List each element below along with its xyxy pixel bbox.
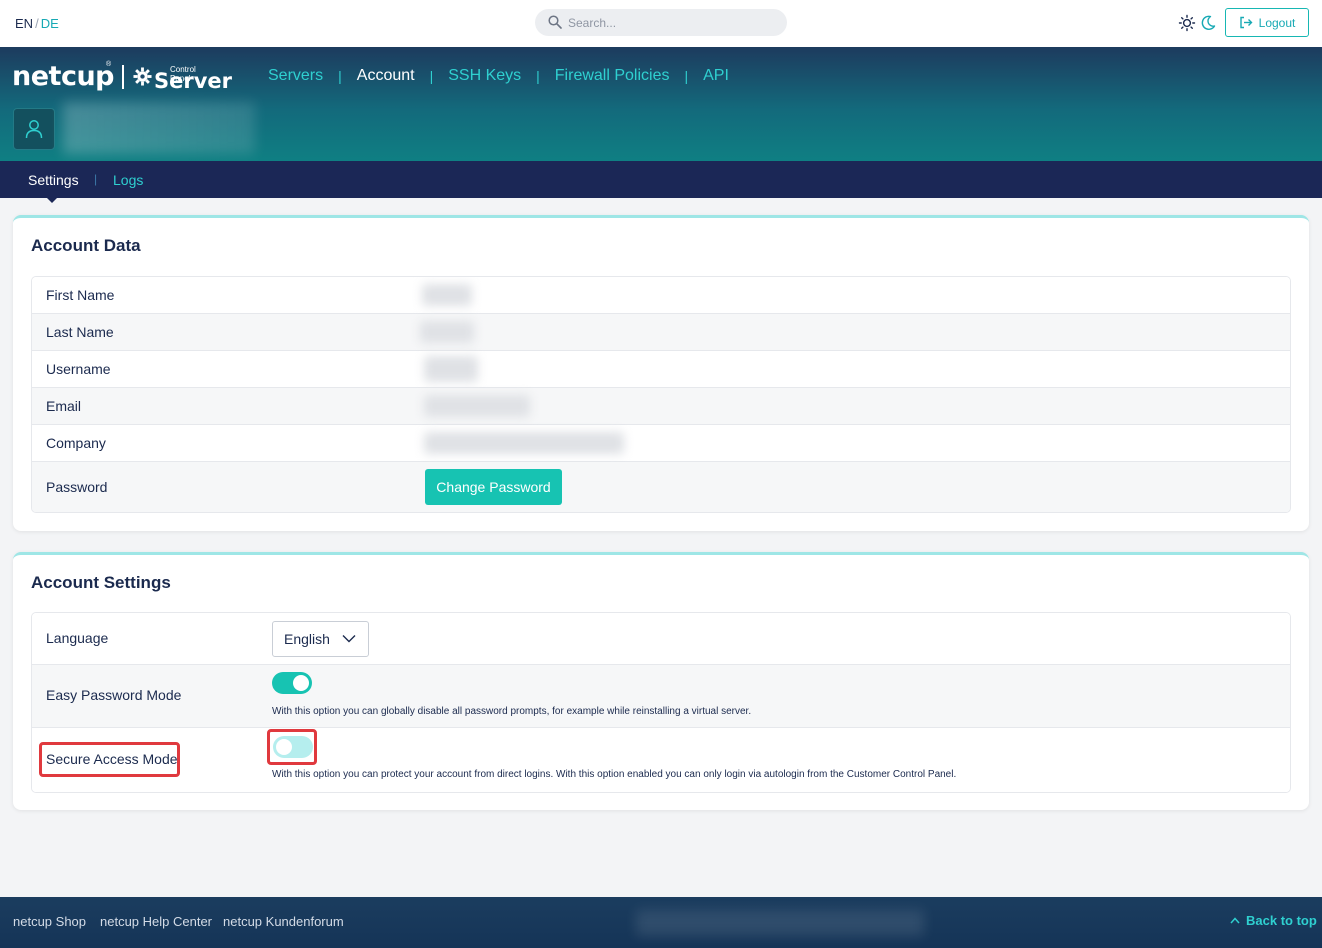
- tab-logs[interactable]: Logs: [113, 172, 143, 188]
- table-row: Easy Password Mode With this option you …: [32, 665, 1290, 728]
- main-nav: Servers | Account | SSH Keys | Firewall …: [268, 67, 729, 85]
- nav-ssh-keys[interactable]: SSH Keys: [448, 67, 521, 85]
- logout-button[interactable]: Logout: [1225, 8, 1309, 37]
- easy-password-label: Easy Password Mode: [46, 687, 182, 703]
- table-row: Password Change Password: [32, 462, 1290, 512]
- nav-divider: |: [536, 68, 540, 84]
- account-settings-table: Language English Easy Password Mode With…: [31, 612, 1291, 793]
- nav-divider: |: [338, 68, 342, 84]
- logout-label: Logout: [1258, 15, 1296, 30]
- search-box[interactable]: [535, 9, 787, 36]
- chevron-up-icon: [1230, 917, 1240, 924]
- language-label: Language: [46, 630, 109, 646]
- account-data-title: Account Data: [31, 236, 141, 255]
- redacted-user-name: [63, 102, 255, 154]
- language-selected-value: English: [284, 631, 330, 647]
- last-name-label: Last Name: [46, 324, 114, 340]
- email-label: Email: [46, 398, 82, 414]
- easy-password-help: With this option you can globally disabl…: [272, 706, 752, 717]
- search-icon: [548, 15, 562, 29]
- last-name-value: [420, 321, 474, 343]
- nav-divider: |: [684, 68, 689, 84]
- secure-access-help: With this option you can protect your ac…: [272, 769, 957, 780]
- account-settings-card: Account Settings Language English Easy P…: [13, 552, 1309, 810]
- sun-icon[interactable]: [1178, 14, 1196, 32]
- secure-access-label-highlight: [39, 742, 180, 777]
- username-value: [424, 356, 478, 382]
- account-data-card: Account Data First Name Last Name Userna…: [13, 215, 1309, 531]
- back-to-top-link[interactable]: Back to top: [1230, 913, 1317, 928]
- footer-link-shop[interactable]: netcup Shop: [13, 914, 86, 929]
- brand-name: netcup: [12, 61, 115, 92]
- nav-firewall-policies[interactable]: Firewall Policies: [555, 67, 670, 85]
- moon-icon[interactable]: [1199, 14, 1217, 32]
- registered-mark: ®: [106, 61, 112, 68]
- back-to-top-label: Back to top: [1246, 913, 1317, 928]
- top-bar: EN/DE Logout: [0, 0, 1322, 47]
- account-data-table: First Name Last Name Username Email Comp…: [31, 276, 1291, 513]
- search-input[interactable]: [568, 13, 778, 32]
- password-label: Password: [46, 479, 108, 495]
- app-header: netcup ® Control Panel Server Servers | …: [0, 47, 1322, 161]
- toggle-knob: [293, 675, 309, 691]
- user-icon: [25, 120, 43, 139]
- secure-access-toggle-highlight: [267, 729, 317, 765]
- table-row: Username: [32, 351, 1290, 388]
- table-row: Secure Access Mode With this option you …: [32, 728, 1290, 792]
- table-row: Email: [32, 388, 1290, 425]
- nav-api[interactable]: API: [703, 67, 729, 85]
- first-name-value: [422, 284, 472, 306]
- active-tab-indicator: [45, 196, 59, 203]
- company-label: Company: [46, 435, 106, 451]
- chevron-down-icon: [342, 635, 356, 643]
- tab-settings[interactable]: Settings: [28, 172, 79, 188]
- nav-divider: |: [429, 68, 434, 84]
- table-row: Language English: [32, 613, 1290, 665]
- redacted-footer-info: [636, 910, 924, 936]
- table-row: Last Name: [32, 314, 1290, 351]
- email-value: [424, 395, 530, 417]
- table-row: First Name: [32, 277, 1290, 314]
- first-name-label: First Name: [46, 287, 115, 303]
- page-footer: netcup Shop netcup Help Center netcup Ku…: [0, 897, 1322, 948]
- username-label: Username: [46, 361, 111, 377]
- language-switcher: EN / DE: [15, 16, 59, 31]
- gear-icon: [133, 67, 152, 86]
- product-name: Server: [154, 69, 233, 93]
- lang-en-link[interactable]: EN: [15, 16, 33, 31]
- footer-link-kundenforum[interactable]: netcup Kundenforum: [223, 914, 344, 929]
- company-value: [424, 432, 624, 454]
- brand-divider: [122, 65, 124, 89]
- footer-link-help-center[interactable]: netcup Help Center: [100, 914, 212, 929]
- subnav-divider: |: [94, 172, 98, 186]
- sub-nav: Settings | Logs: [0, 161, 1322, 203]
- user-avatar[interactable]: [13, 108, 55, 150]
- language-select[interactable]: English: [272, 621, 369, 657]
- lang-de-link[interactable]: DE: [41, 16, 59, 31]
- nav-account[interactable]: Account: [357, 67, 415, 85]
- nav-servers[interactable]: Servers: [268, 67, 323, 85]
- table-row: Company: [32, 425, 1290, 462]
- account-settings-title: Account Settings: [31, 573, 171, 592]
- logout-icon: [1239, 16, 1253, 29]
- lang-separator: /: [35, 16, 39, 31]
- change-password-button[interactable]: Change Password: [425, 469, 562, 505]
- easy-password-toggle[interactable]: [272, 672, 312, 694]
